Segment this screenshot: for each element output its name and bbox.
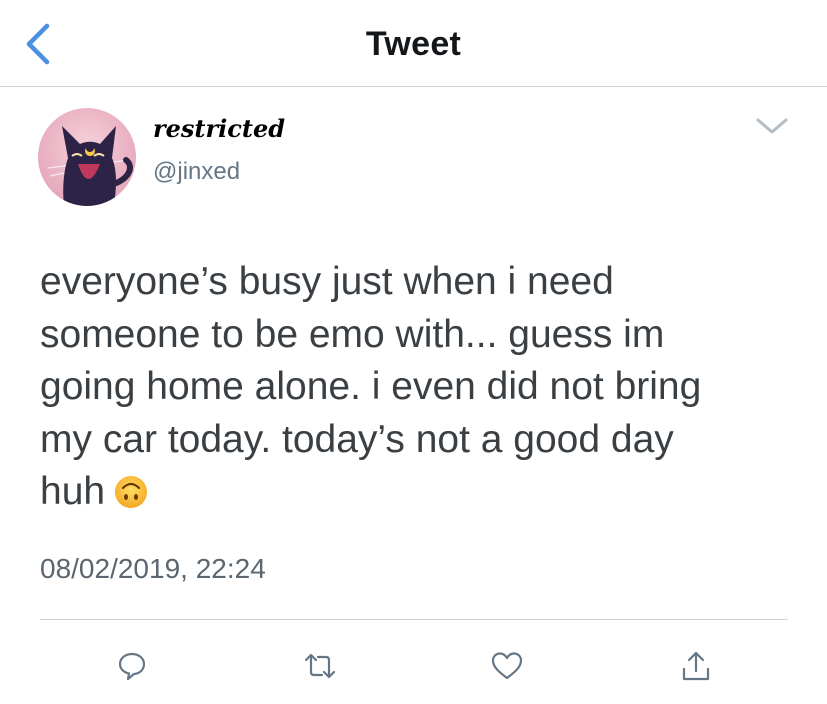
tweet-text-line: going home alone. i even did not bring: [40, 365, 702, 408]
tweet-text-fragment: huh: [40, 470, 106, 513]
reply-button[interactable]: [112, 646, 152, 686]
retweet-button[interactable]: [300, 646, 340, 686]
black-cat-avatar-image: [38, 108, 136, 206]
tweet-text-line: my car today. today’s not a good day: [40, 417, 674, 461]
reply-icon: [118, 652, 146, 681]
tweet-text-line-last: huh: [40, 466, 800, 525]
like-button[interactable]: [487, 646, 527, 686]
page-title: Tweet: [365, 25, 462, 63]
avatar[interactable]: [38, 108, 136, 206]
upside-down-face-emoji: [113, 472, 149, 525]
heart-icon: [491, 652, 523, 680]
author-display-name[interactable]: restricted: [153, 114, 285, 143]
tweet-timestamp: 08/02/2019, 22:24: [40, 553, 266, 584]
retweet-icon: [304, 653, 336, 679]
tweet-text: everyone’s busy just when i need someone…: [40, 256, 800, 525]
tweet-text-line: everyone’s busy just when i need: [40, 260, 614, 303]
share-icon: [682, 651, 710, 681]
chevron-down-icon: [756, 118, 788, 134]
divider: [40, 619, 788, 620]
tweet-text-line: someone to be emo with... guess im: [40, 312, 665, 356]
author-handle[interactable]: @jinxed: [153, 158, 240, 186]
tweet-options-button[interactable]: [752, 112, 792, 140]
share-button[interactable]: [676, 646, 716, 686]
top-nav-bar: Tweet: [0, 0, 827, 87]
